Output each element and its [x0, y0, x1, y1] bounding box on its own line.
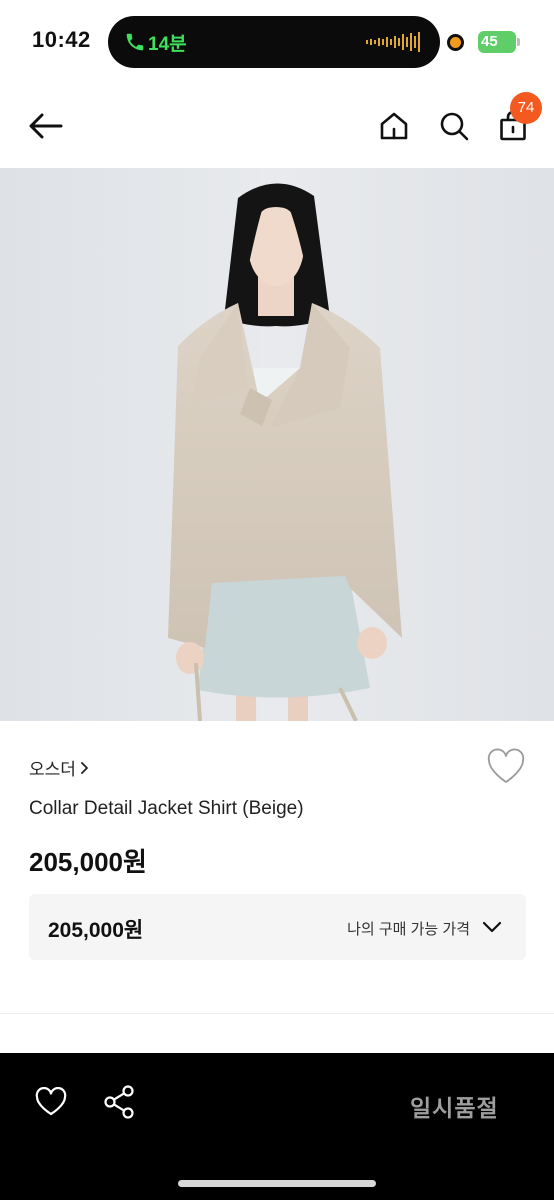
search-icon — [440, 112, 469, 141]
home-button[interactable] — [372, 104, 416, 148]
brand-link[interactable]: 오스더 — [29, 755, 90, 780]
cart-count-badge: 74 — [510, 92, 542, 124]
product-photo — [0, 168, 554, 721]
purchase-price-label: 나의 구매 가능 가격 — [347, 921, 470, 938]
recording-indicator-icon — [447, 34, 464, 51]
product-image[interactable] — [0, 168, 554, 721]
product-price: 205,000원 — [29, 847, 147, 877]
section-divider — [0, 1013, 554, 1014]
chevron-down-icon — [482, 921, 502, 933]
call-duration: 14분 — [148, 34, 187, 55]
home-icon — [380, 112, 408, 140]
share-icon[interactable] — [103, 1085, 135, 1119]
back-arrow-icon — [29, 113, 63, 139]
bottom-action-bar: 일시품절 — [0, 1053, 554, 1200]
heart-icon[interactable] — [35, 1087, 67, 1117]
dynamic-island[interactable]: 14분 — [108, 16, 440, 68]
phone-call-icon — [126, 33, 144, 51]
wishlist-button[interactable] — [486, 748, 526, 786]
back-button[interactable] — [24, 104, 68, 148]
battery-cap — [517, 38, 520, 46]
chevron-right-icon — [81, 761, 88, 774]
purchase-price-dropdown[interactable]: 205,000원 나의 구매 가능 가격 — [29, 894, 526, 960]
brand-name: 오스더 — [29, 760, 76, 779]
purchase-price-value: 205,000원 — [48, 919, 144, 942]
heart-icon — [487, 748, 525, 783]
top-navigation-bar — [0, 84, 554, 168]
battery-level: 45 — [478, 31, 516, 53]
product-title: Collar Detail Jacket Shirt (Beige) — [29, 798, 304, 819]
search-button[interactable] — [432, 104, 476, 148]
sold-out-button[interactable]: 일시품절 — [410, 1089, 499, 1123]
audio-waveform-icon — [366, 32, 420, 52]
home-indicator[interactable] — [178, 1180, 376, 1187]
status-bar: 10:42 14분 45 — [0, 0, 554, 84]
status-time: 10:42 — [32, 27, 91, 52]
